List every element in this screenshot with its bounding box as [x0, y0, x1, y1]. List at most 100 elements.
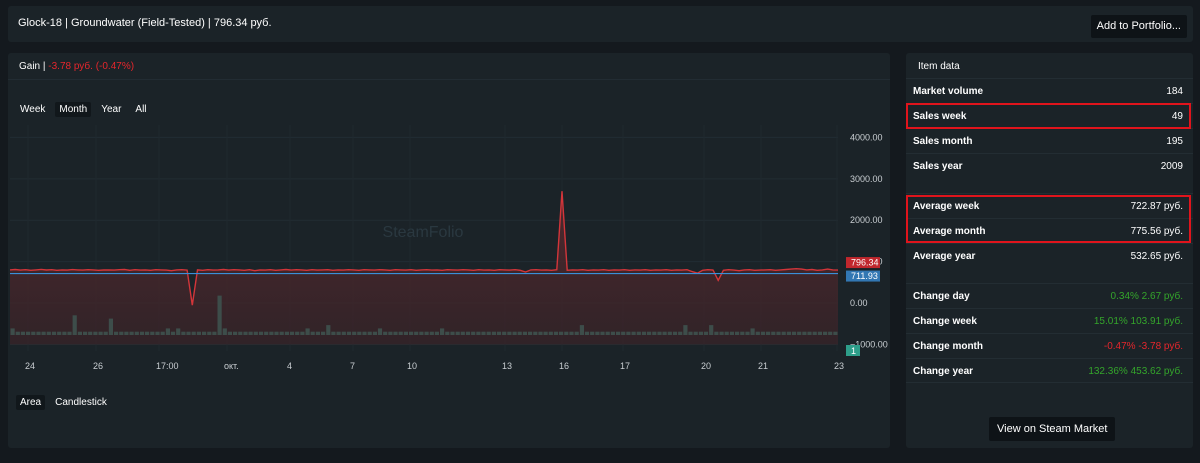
volume-bar: [440, 328, 445, 335]
view-on-steam-market-button[interactable]: View on Steam Market: [989, 417, 1116, 441]
volume-bar: [693, 331, 698, 335]
volume-bar: [714, 331, 719, 335]
row-value: 2009: [1160, 161, 1183, 172]
row-label: Change day: [913, 291, 970, 302]
highlight-averages: [906, 195, 1191, 243]
volume-bar: [667, 331, 672, 335]
row-label: Market volume: [913, 86, 984, 97]
volume-bar: [647, 331, 652, 335]
volume-bar: [823, 331, 828, 335]
volume-bar: [341, 331, 346, 335]
volume-bar: [258, 331, 264, 335]
volume-bar: [626, 331, 631, 335]
volume-bar: [786, 331, 791, 335]
volume-bar: [114, 331, 119, 335]
volume-bar: [72, 315, 77, 335]
volume-bar: [434, 331, 439, 335]
y-tick-label: 3000.00: [850, 174, 883, 184]
chart-panel: Gain | -3.78 руб. (-0.47%) Week Month Ye…: [8, 53, 890, 448]
chart-type-candlestick-button[interactable]: Candlestick: [51, 395, 111, 410]
volume-bar: [124, 331, 129, 335]
volume-bar: [564, 331, 569, 335]
volume-bar: [243, 331, 248, 335]
volume-bar: [170, 331, 176, 335]
volume-bar: [776, 331, 781, 335]
price-chart[interactable]: 4000.003000.002000.001000.000.00−1000.00…: [8, 125, 890, 375]
volume-bar: [46, 331, 51, 335]
period-month-button[interactable]: Month: [55, 102, 92, 117]
volume-bar: [610, 331, 615, 335]
x-tick-label: 24: [25, 361, 35, 371]
volume-bar: [274, 331, 279, 335]
volume-bar: [616, 331, 621, 335]
chart-type-area-button[interactable]: Area: [16, 395, 46, 410]
row-label: Average year: [913, 251, 976, 262]
x-tick-label: 16: [559, 361, 569, 371]
volume-bar: [584, 331, 590, 335]
volume-bar: [83, 331, 88, 335]
volume-bar: [227, 331, 232, 335]
row-sales-year: Sales year 2009: [906, 153, 1193, 178]
gain-label: Gain |: [19, 61, 46, 72]
volume-bar: [507, 331, 512, 335]
volume-bar: [26, 331, 31, 335]
volume-bar: [321, 331, 326, 335]
volume-bar: [139, 331, 145, 335]
volume-bar: [631, 331, 636, 335]
volume-bar: [108, 318, 113, 335]
volume-bar: [352, 331, 357, 335]
volume-bar: [196, 331, 201, 335]
period-all-button[interactable]: All: [131, 102, 150, 117]
volume-bar: [683, 325, 688, 335]
period-year-button[interactable]: Year: [97, 102, 125, 117]
volume-bar: [590, 331, 595, 335]
volume-bar: [88, 331, 93, 335]
volume-bar: [326, 325, 331, 335]
volume-bar: [77, 331, 82, 335]
x-tick-label: 13: [502, 361, 512, 371]
volume-bar: [729, 331, 734, 335]
volume-bar: [636, 331, 641, 335]
volume-bar: [150, 331, 155, 335]
volume-bar: [486, 331, 491, 335]
volume-bar: [543, 331, 548, 335]
row-label: Change year: [913, 366, 974, 377]
price-area: [10, 191, 838, 345]
volume-bar: [176, 328, 181, 335]
header-bar: Glock-18 | Groundwater (Field-Tested) | …: [8, 6, 1193, 42]
row-change-week: Change week 15.01% 103.91 руб.: [906, 308, 1193, 333]
volume-bar: [20, 331, 25, 335]
volume-bar: [51, 331, 57, 335]
volume-bar: [419, 331, 424, 335]
volume-bar: [233, 331, 238, 335]
period-week-button[interactable]: Week: [16, 102, 49, 117]
volume-bar: [377, 328, 383, 335]
period-selector: Week Month Year All: [16, 102, 151, 117]
volume-bar: [145, 331, 150, 335]
y-tick-label: 2000.00: [850, 215, 883, 225]
volume-bar: [279, 331, 284, 335]
volume-bar: [165, 328, 170, 335]
volume-bar: [155, 331, 160, 335]
volume-bar: [481, 331, 486, 335]
volume-bar: [569, 331, 574, 335]
row-label: Sales year: [913, 161, 963, 172]
add-to-portfolio-button[interactable]: Add to Portfolio...: [1090, 15, 1187, 38]
volume-bar: [388, 331, 393, 335]
x-tick-label: 4: [287, 361, 292, 371]
item-data-panel: Item data Market volume 184 Sales week 4…: [906, 53, 1193, 448]
volume-bar: [698, 331, 703, 335]
volume-bar: [217, 295, 222, 335]
row-value: 532.65 руб.: [1130, 251, 1183, 262]
volume-bar: [719, 331, 724, 335]
item-data-heading: Item data: [918, 61, 960, 72]
x-tick-label: окт.: [224, 361, 239, 371]
x-tick-label: 26: [93, 361, 103, 371]
volume-bar: [346, 331, 352, 335]
row-change-year: Change year 132.36% 453.62 руб.: [906, 358, 1193, 383]
volume-bar: [833, 331, 838, 335]
divider: [8, 79, 890, 80]
volume-bar: [305, 328, 310, 335]
volume-bar: [735, 331, 740, 335]
volume-bar: [238, 331, 243, 335]
